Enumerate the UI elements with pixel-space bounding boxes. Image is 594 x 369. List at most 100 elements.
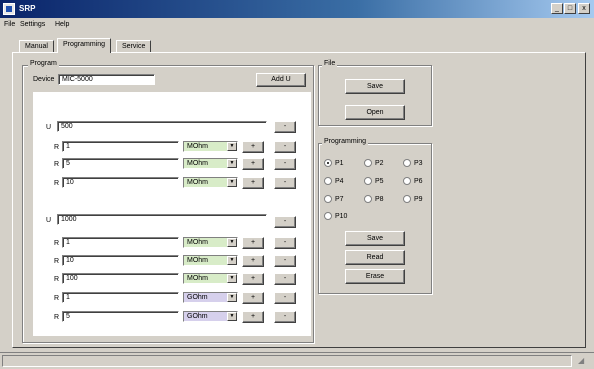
device-field[interactable]: MIC-5000 bbox=[58, 74, 155, 85]
unit-select[interactable]: MOhm ▼ bbox=[183, 237, 238, 248]
unit-select[interactable]: MOhm ▼ bbox=[183, 177, 238, 188]
r-label: R bbox=[54, 276, 60, 283]
radio-p3[interactable]: P3 bbox=[403, 159, 423, 167]
remove-r-button[interactable]: - bbox=[274, 141, 296, 153]
radio-p4[interactable]: P4 bbox=[324, 177, 344, 185]
radio-circle bbox=[403, 195, 411, 203]
r-label: R bbox=[54, 314, 60, 321]
close-button[interactable]: x bbox=[578, 3, 590, 14]
radio-p5[interactable]: P5 bbox=[364, 177, 384, 185]
unit-select-value: MOhm bbox=[187, 179, 208, 186]
tab-service[interactable]: Service bbox=[116, 40, 152, 52]
add-r-button[interactable]: + bbox=[242, 237, 264, 249]
remove-r-button[interactable]: - bbox=[274, 311, 296, 323]
unit-select[interactable]: GOhm ▼ bbox=[183, 292, 238, 303]
program-erase-button[interactable]: Erase bbox=[345, 269, 405, 284]
remove-r-button[interactable]: - bbox=[274, 292, 296, 304]
program-group-title: Program bbox=[28, 60, 59, 67]
radio-p9[interactable]: P9 bbox=[403, 195, 423, 203]
add-r-button[interactable]: + bbox=[242, 141, 264, 153]
r-value-field[interactable]: 100 bbox=[62, 273, 179, 284]
file-save-button[interactable]: Save bbox=[345, 79, 405, 94]
program-save-button[interactable]: Save bbox=[345, 231, 405, 246]
radio-p10[interactable]: P10 bbox=[324, 212, 347, 220]
chevron-down-icon: ▼ bbox=[227, 238, 237, 247]
file-open-button[interactable]: Open bbox=[345, 105, 405, 120]
add-u-button[interactable]: Add U bbox=[256, 73, 306, 87]
r-value-field[interactable]: 10 bbox=[62, 255, 179, 266]
tab-programming[interactable]: Programming bbox=[57, 38, 112, 53]
device-label: Device bbox=[33, 76, 55, 83]
remove-r-button[interactable]: - bbox=[274, 177, 296, 189]
unit-select[interactable]: GOhm ▼ bbox=[183, 311, 238, 322]
add-r-button[interactable]: + bbox=[242, 273, 264, 285]
remove-r-button[interactable]: - bbox=[274, 237, 296, 249]
add-r-button[interactable]: + bbox=[242, 177, 264, 189]
radio-p2[interactable]: P2 bbox=[364, 159, 384, 167]
radio-p7[interactable]: P7 bbox=[324, 195, 344, 203]
remove-r-button[interactable]: - bbox=[274, 255, 296, 267]
radio-label: P9 bbox=[414, 195, 423, 203]
tab-manual[interactable]: Manual bbox=[19, 40, 54, 52]
maximize-button[interactable]: □ bbox=[564, 3, 576, 14]
radio-label: P7 bbox=[335, 195, 344, 203]
radio-circle bbox=[403, 159, 411, 167]
program-read-button[interactable]: Read bbox=[345, 250, 405, 265]
chevron-down-icon: ▼ bbox=[227, 312, 237, 321]
title-bar bbox=[0, 0, 594, 18]
unit-select[interactable]: MOhm ▼ bbox=[183, 141, 238, 152]
remove-u-button[interactable]: - bbox=[274, 216, 296, 228]
radio-circle bbox=[364, 177, 372, 185]
unit-select-value: MOhm bbox=[187, 239, 208, 246]
radio-circle bbox=[324, 212, 332, 220]
add-r-button[interactable]: + bbox=[242, 311, 264, 323]
radio-p6[interactable]: P6 bbox=[403, 177, 423, 185]
status-pane bbox=[2, 355, 572, 367]
r-label: R bbox=[54, 161, 60, 168]
r-label: R bbox=[54, 180, 60, 187]
radio-p8[interactable]: P8 bbox=[364, 195, 384, 203]
r-value-field[interactable]: 1 bbox=[62, 237, 179, 248]
add-r-button[interactable]: + bbox=[242, 158, 264, 170]
radio-circle bbox=[324, 195, 332, 203]
r-value-field[interactable]: 5 bbox=[62, 311, 179, 322]
minimize-button[interactable]: _ bbox=[551, 3, 563, 14]
radio-label: P4 bbox=[335, 177, 344, 185]
menu-file[interactable]: File bbox=[4, 21, 15, 28]
add-r-button[interactable]: + bbox=[242, 255, 264, 267]
chevron-down-icon: ▼ bbox=[227, 142, 237, 151]
radio-circle bbox=[324, 159, 332, 167]
remove-u-button[interactable]: - bbox=[274, 121, 296, 133]
u-label: U bbox=[46, 124, 52, 131]
remove-r-button[interactable]: - bbox=[274, 273, 296, 285]
r-value-field[interactable]: 1 bbox=[62, 292, 179, 303]
radio-circle bbox=[324, 177, 332, 185]
menu-settings[interactable]: Settings bbox=[20, 21, 45, 28]
add-r-button[interactable]: + bbox=[242, 292, 264, 304]
u-value-field[interactable]: 500 bbox=[57, 121, 267, 132]
unit-select[interactable]: MOhm ▼ bbox=[183, 158, 238, 169]
menu-help[interactable]: Help bbox=[55, 21, 69, 28]
resize-grip-icon[interactable]: ◢ bbox=[578, 356, 590, 367]
radio-label: P8 bbox=[375, 195, 384, 203]
unit-select[interactable]: MOhm ▼ bbox=[183, 255, 238, 266]
unit-select-value: MOhm bbox=[187, 160, 208, 167]
r-value-field[interactable]: 10 bbox=[62, 177, 179, 188]
r-label: R bbox=[54, 295, 60, 302]
chevron-down-icon: ▼ bbox=[227, 178, 237, 187]
chevron-down-icon: ▼ bbox=[227, 159, 237, 168]
radio-label: P10 bbox=[335, 212, 348, 220]
r-value-field[interactable]: 1 bbox=[62, 141, 179, 152]
u-value-field[interactable]: 1000 bbox=[57, 214, 267, 225]
chevron-down-icon: ▼ bbox=[227, 274, 237, 283]
radio-p1[interactable]: P1 bbox=[324, 159, 344, 167]
radio-label: P1 bbox=[335, 159, 344, 167]
app-icon bbox=[3, 3, 15, 15]
r-value-field[interactable]: 5 bbox=[62, 158, 179, 169]
programming-group-title: Programming bbox=[322, 138, 369, 145]
unit-select[interactable]: MOhm ▼ bbox=[183, 273, 238, 284]
r-label: R bbox=[54, 240, 60, 247]
remove-r-button[interactable]: - bbox=[274, 158, 296, 170]
menu-bar bbox=[0, 18, 594, 32]
window-title: SRP bbox=[19, 4, 36, 13]
